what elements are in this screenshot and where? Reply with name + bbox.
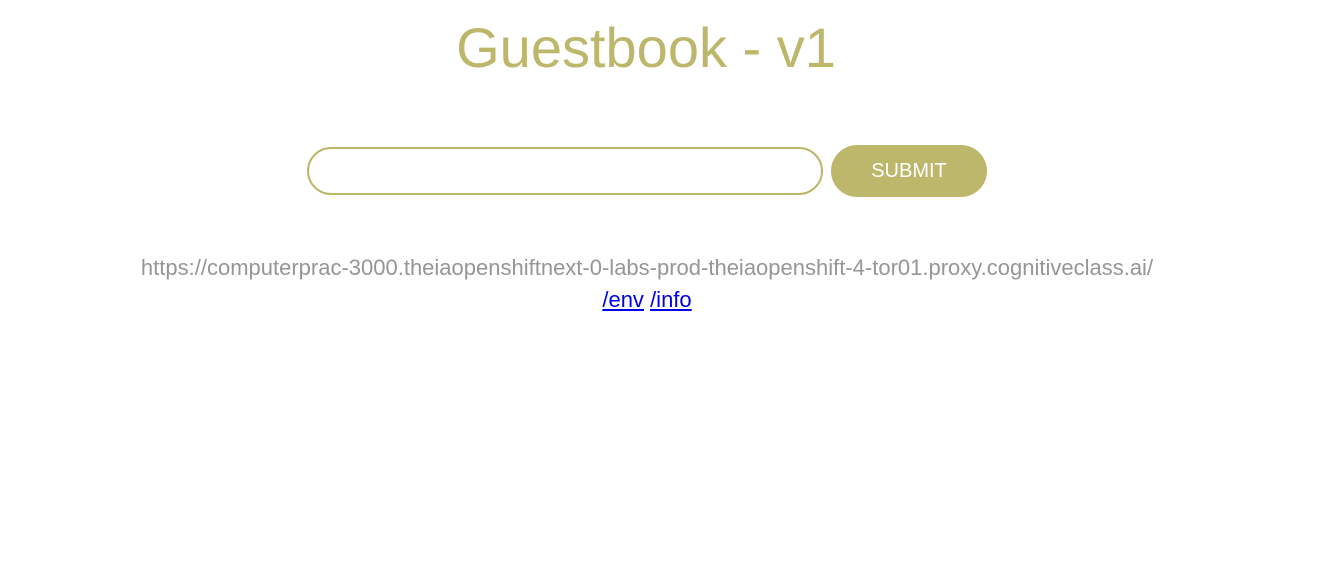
guestbook-page: Guestbook - v1 SUBMIT https://computerpr… bbox=[0, 0, 1317, 580]
info-links: /env /info bbox=[0, 286, 1294, 314]
info-link[interactable]: /info bbox=[650, 287, 692, 312]
host-address: https://computerprac-3000.theiaopenshift… bbox=[140, 255, 1154, 280]
guestbook-form: SUBMIT bbox=[307, 145, 987, 197]
guestbook-entry-input[interactable] bbox=[307, 147, 823, 195]
page-title: Guestbook - v1 bbox=[456, 16, 836, 79]
env-link[interactable]: /env bbox=[602, 287, 644, 312]
submit-button[interactable]: SUBMIT bbox=[831, 145, 987, 197]
